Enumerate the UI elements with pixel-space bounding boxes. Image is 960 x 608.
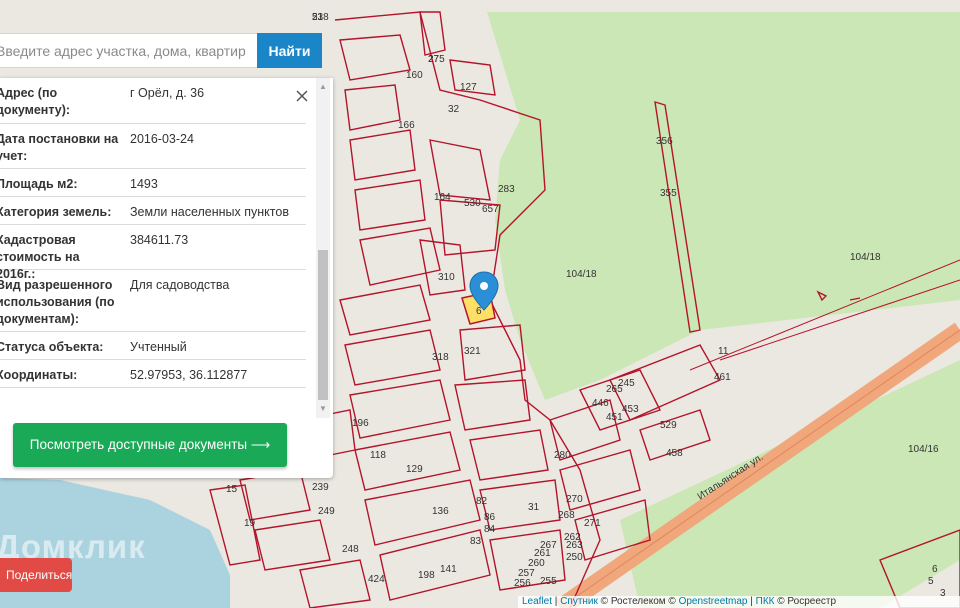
info-value: Учтенный [130,340,187,354]
info-value: 52.97953, 36.112877 [130,368,248,382]
info-value: 2016-03-24 [130,132,194,146]
scroll-down-arrow-icon[interactable]: ▼ [316,402,330,416]
parcel-number-label: 318 [432,352,449,363]
info-row: Площадь м2: 1493 [0,169,306,197]
parcel-number-label: 248 [342,544,359,555]
info-label: Дата постановки на учет: [0,132,119,163]
parcel-info-table: Адрес (по документу): г Орёл, д. 36 Дата п… [0,78,306,388]
parcel-number-label: 27 [428,54,440,65]
info-value: г Орёл, д. 36 [130,86,205,100]
info-label: Категория земель: [0,205,112,219]
scroll-thumb[interactable] [318,250,328,400]
parcel-number-label: 6 [932,564,938,575]
parcel-label: 104/16 [908,444,939,455]
info-row: Дата постановки на учет: 2016-03-24 [0,124,306,169]
info-label: Адрес (по документу): [0,86,71,117]
parcel-number-label: 249 [318,506,335,517]
parcel-number-label: 280 [554,450,571,461]
info-label: Координаты: [0,368,78,382]
info-row: Категория земель: Земли населенных пункто… [0,197,306,225]
info-value: Земли населенных пунктов [130,205,289,219]
search-bar: Найти [0,33,322,68]
parcel-number-label: 129 [406,464,423,475]
parcel-number-label: 268 [558,510,575,521]
sputnik-link[interactable]: Спутник [560,596,598,607]
parcel-number-label: 255 [540,576,557,587]
info-label: Площадь м2: [0,177,78,191]
attribution-separator: | [552,596,561,607]
leaflet-link[interactable]: Leaflet [522,596,552,607]
panel-scrollbar[interactable]: ▲ ▼ [316,78,330,418]
map-attribution: Leaflet | Спутник © Ростелеком © Openstr… [518,596,960,608]
info-row: Координаты: 52.97953, 36.112877 [0,360,306,388]
parcel-number-label: 166 [398,120,415,131]
parcel-number-label: 127 [460,82,477,93]
pkk-link[interactable]: ПКК [756,596,775,607]
parcel-number-label: 31 [528,502,540,513]
info-row: Статуса объекта: Учтенный [0,332,306,360]
info-value: Для садоводства [130,278,230,292]
parcel-number-label: 32 [448,104,460,115]
parcel-number-label: 141 [440,564,457,575]
parcel-number-label: 446 [592,398,609,409]
info-row: Кадастровая стоимость на 2016г.:384611.7… [0,225,306,281]
scroll-up-arrow-icon[interactable]: ▲ [316,80,330,94]
attribution-separator: | [747,596,756,607]
parcel-number-label: 250 [566,552,583,563]
parcel-number-label: 15 [226,484,238,495]
parcel-number-label: 160 [406,70,423,81]
parcel-number-label: 6 [476,306,482,317]
parcel-number-label: 164 [434,192,451,203]
parcel-number-label: 321 [464,346,481,357]
parcel-number-label: 83 [470,536,482,547]
info-value: 1493 [130,177,158,191]
search-button[interactable]: Найти [257,33,322,68]
parcel-number-label: 529 [660,420,677,431]
attribution-rosreestr: © Росреестр [774,596,837,607]
address-search-input[interactable] [0,34,256,67]
parcel-info-panel: Адрес (по документу): г Орёл, д. 36 Дата п… [0,78,333,478]
parcel-label: 104/18 [566,269,597,280]
parcel-number-label: 270 [566,494,583,505]
parcel-number-label: 5 [928,576,934,587]
parcel-number-label: 82 [476,496,488,507]
parcel-label: 104/18 [850,252,881,263]
parcel-number-label: 256 [514,578,531,589]
parcel-number-label: 118 [370,450,386,461]
parcel-number-label: 451 [606,412,623,423]
info-label: Вид разрешенного использования (по докум… [0,278,115,326]
info-value: 384611.73 [130,233,189,247]
parcel-number-label: 196 [352,418,369,429]
close-icon[interactable] [294,88,310,104]
parcel-number-label: 355 [660,188,677,199]
parcel-number-label: 11 [718,346,729,357]
parcel-number-label: 271 [584,518,601,529]
info-row: Адрес (по документу): г Орёл, д. 36 [0,78,306,124]
parcel-number-label: 136 [432,506,449,517]
osm-link[interactable]: Openstreetmap [679,596,748,607]
parcel-number-label: 453 [622,404,639,415]
parcel-number-label: 310 [438,272,455,283]
parcel-number-label: 19 [244,518,256,529]
share-link-button[interactable]: Поделиться ссылкой [0,558,72,592]
view-documents-button[interactable]: Посмотреть доступные документы ⟶ [13,423,287,467]
info-label: Статуса объекта: [0,340,104,354]
parcel-number-label: 283 [498,184,515,195]
parcel-number-label: 461 [714,372,731,383]
info-row: Вид разрешенного использования (по докум… [0,270,306,332]
parcel-number-label: 265 [606,384,623,395]
parcel-number-label: 262 [564,532,581,543]
parcel-number-label: 530 [464,198,481,209]
parcel-number-label: 657 [482,204,499,215]
parcel-number-label: 424 [368,574,385,585]
parcel-number-label: 356 [656,136,673,147]
parcel-number-label: 84 [484,524,496,535]
attribution-rostelecom: © Ростелеком © [597,596,679,607]
parcel-number-label: 198 [418,570,435,581]
parcel-number-label: 458 [666,448,683,459]
parcel-number-label: 53 [312,12,324,23]
parcel-number-label: 239 [312,482,329,493]
parcel-number-label: 86 [484,512,496,523]
